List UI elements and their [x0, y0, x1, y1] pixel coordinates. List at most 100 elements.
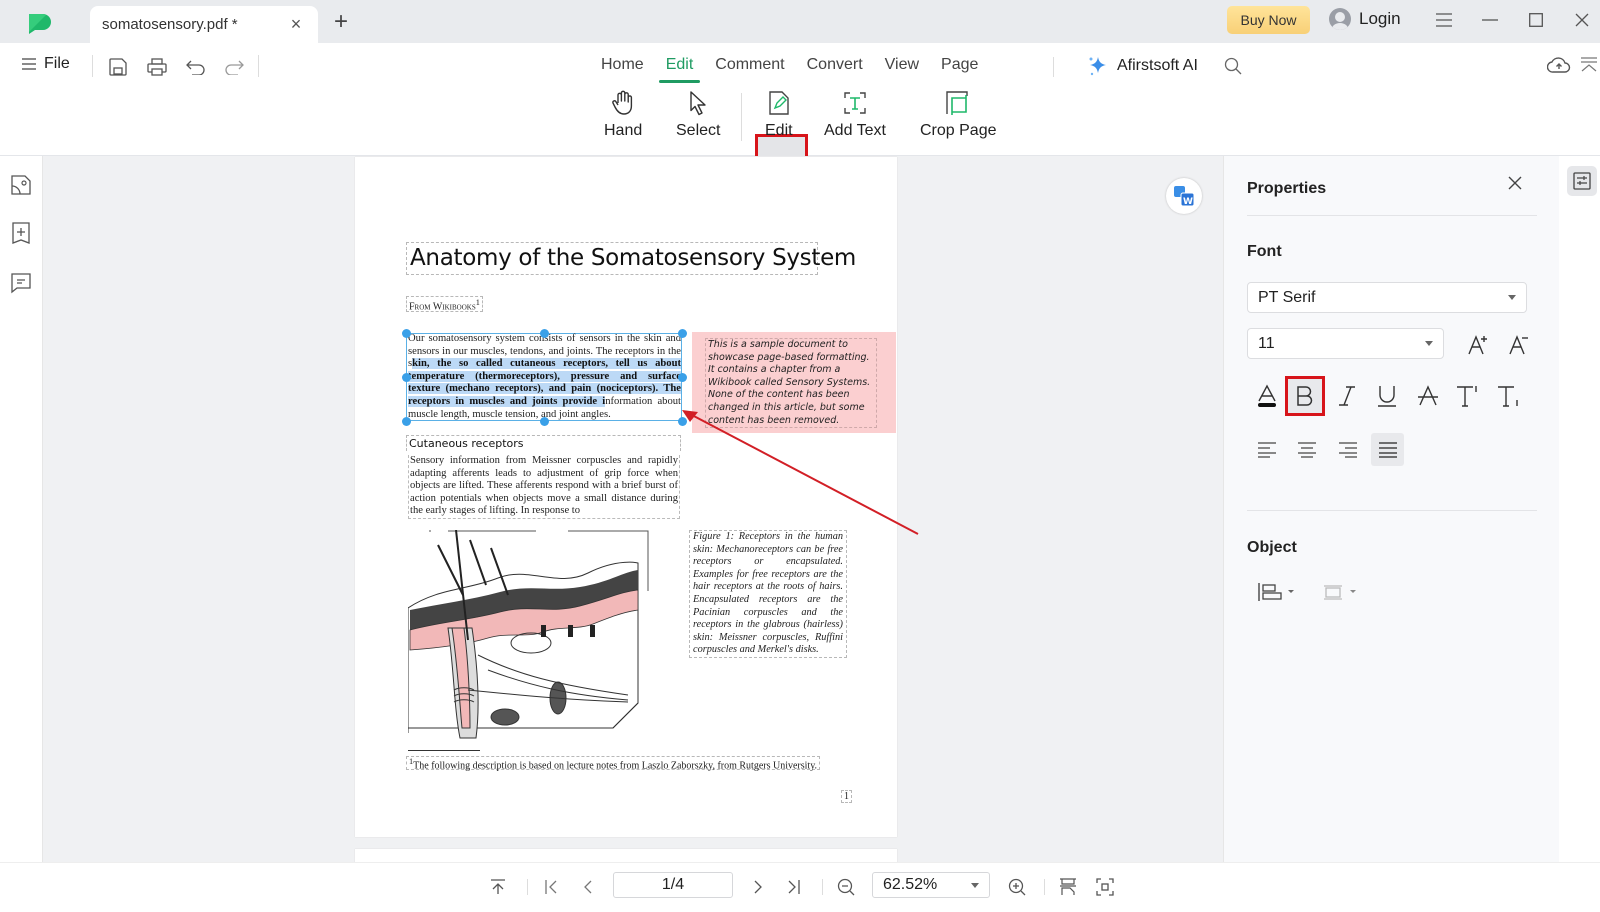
- align-justify-icon[interactable]: [1371, 433, 1404, 466]
- distribute-objects-icon: [1324, 585, 1356, 600]
- cursor-icon: [685, 90, 711, 116]
- paragraph-cutaneous[interactable]: Sensory information from Meissner corpus…: [408, 455, 680, 519]
- resize-handle[interactable]: [540, 329, 549, 338]
- fit-width-icon[interactable]: [1056, 875, 1080, 899]
- strikethrough-icon[interactable]: [1408, 376, 1448, 416]
- paragraph-intro[interactable]: Our somatosensory system consists of sen…: [408, 333, 681, 421]
- buy-now-button[interactable]: Buy Now: [1227, 6, 1310, 34]
- zoom-select[interactable]: 62.52%: [872, 872, 990, 898]
- bold-icon: [1297, 386, 1313, 406]
- align-center-icon[interactable]: [1287, 430, 1327, 470]
- tab-page[interactable]: Page: [930, 55, 989, 85]
- italic-icon[interactable]: [1327, 376, 1367, 416]
- print-icon[interactable]: [146, 56, 168, 78]
- page-indicator: 1/4: [661, 876, 685, 893]
- distribute-objects-dropdown[interactable]: [1317, 572, 1367, 612]
- new-tab-icon[interactable]: +: [330, 10, 352, 34]
- document-tab[interactable]: somatosensory.pdf * ×: [90, 6, 318, 43]
- edit-label: Edit: [765, 122, 793, 139]
- font-section-label: Font: [1247, 243, 1282, 260]
- bold-button[interactable]: [1285, 376, 1325, 416]
- status-bar: 1/4 62.52%: [0, 862, 1600, 912]
- crop-page-tool-button[interactable]: Crop Page: [920, 90, 997, 140]
- increase-font-size-icon[interactable]: [1458, 324, 1498, 364]
- source-footnote-ref: 1: [475, 298, 480, 307]
- resize-handle[interactable]: [402, 373, 411, 382]
- close-tab-icon[interactable]: ×: [286, 14, 306, 35]
- underline-icon[interactable]: [1367, 376, 1407, 416]
- undo-icon[interactable]: [185, 56, 207, 78]
- document-title[interactable]: Anatomy of the Somatosensory System: [406, 242, 856, 275]
- resize-handle[interactable]: [678, 373, 687, 382]
- section-heading[interactable]: Cutaneous receptors: [406, 435, 681, 451]
- font-size-select[interactable]: 11: [1247, 328, 1444, 359]
- add-text-label: Add Text: [824, 122, 886, 139]
- hand-label: Hand: [604, 122, 643, 139]
- superscript-icon[interactable]: [1448, 376, 1488, 416]
- menu-icon[interactable]: [1432, 8, 1456, 32]
- first-page-icon[interactable]: [539, 875, 563, 899]
- scroll-to-top-icon[interactable]: [486, 875, 510, 899]
- divider: [1053, 57, 1054, 77]
- tab-comment[interactable]: Comment: [704, 55, 795, 85]
- fit-page-icon[interactable]: [1093, 875, 1117, 899]
- align-left-icon[interactable]: [1247, 430, 1287, 470]
- page-number-input[interactable]: 1/4: [613, 872, 733, 898]
- close-properties-icon[interactable]: [1508, 176, 1522, 190]
- translate-button[interactable]: W: [1166, 178, 1202, 214]
- next-page-icon[interactable]: [746, 875, 770, 899]
- decrease-font-size-icon[interactable]: [1499, 324, 1539, 364]
- figure-caption[interactable]: Figure 1: Receptors in the human skin: M…: [689, 530, 847, 658]
- tab-view[interactable]: View: [874, 55, 930, 85]
- thumbnail-icon[interactable]: [10, 174, 32, 196]
- previous-page-icon[interactable]: [576, 875, 600, 899]
- collapse-ribbon-icon[interactable]: [1578, 54, 1600, 76]
- edit-page-icon: [766, 90, 792, 116]
- zoom-out-icon[interactable]: [834, 875, 858, 899]
- select-tool-button[interactable]: Select: [676, 90, 720, 140]
- tab-home[interactable]: Home: [590, 55, 655, 85]
- font-color-icon[interactable]: [1247, 376, 1287, 416]
- close-window-icon[interactable]: [1570, 8, 1594, 32]
- subscript-icon[interactable]: [1489, 376, 1529, 416]
- zoom-in-icon[interactable]: [1005, 875, 1029, 899]
- add-text-tool-button[interactable]: Add Text: [824, 90, 886, 140]
- search-icon[interactable]: [1222, 55, 1244, 77]
- save-icon[interactable]: [107, 56, 129, 78]
- last-page-icon[interactable]: [782, 875, 806, 899]
- tab-edit[interactable]: Edit: [655, 55, 705, 85]
- cloud-upload-icon[interactable]: [1546, 54, 1572, 76]
- pdf-page-next[interactable]: [355, 849, 897, 863]
- source-line[interactable]: From Wikibooks1: [406, 296, 483, 312]
- resize-handle[interactable]: [678, 329, 687, 338]
- tab-convert[interactable]: Convert: [796, 55, 874, 85]
- skin-receptors-figure[interactable]: [408, 530, 680, 745]
- align-objects-dropdown[interactable]: [1252, 572, 1302, 612]
- footnote-rule: [408, 750, 480, 751]
- hand-tool-button[interactable]: Hand: [604, 90, 642, 140]
- edit-tool-button[interactable]: Edit: [765, 90, 793, 140]
- properties-toggle-icon[interactable]: [1567, 166, 1597, 196]
- file-menu-button[interactable]: File: [22, 55, 70, 73]
- bookmark-add-icon[interactable]: [10, 222, 32, 244]
- comment-icon[interactable]: [10, 272, 32, 294]
- resize-handle[interactable]: [540, 417, 549, 426]
- crop-page-label: Crop Page: [920, 122, 997, 139]
- resize-handle[interactable]: [402, 329, 411, 338]
- zoom-value: 62.52%: [883, 876, 938, 893]
- login-button[interactable]: Login: [1329, 8, 1401, 30]
- ai-assistant-button[interactable]: Afirstsoft AI: [1087, 55, 1198, 77]
- redo-icon[interactable]: [223, 56, 245, 78]
- divider: [258, 55, 259, 77]
- minimize-icon[interactable]: [1478, 8, 1502, 32]
- font-family-select[interactable]: PT Serif: [1247, 282, 1527, 313]
- avatar-icon: [1329, 8, 1351, 30]
- maximize-icon[interactable]: [1524, 8, 1548, 32]
- footnote[interactable]: 1The following description is based on l…: [406, 756, 821, 771]
- chevron-down-icon: [971, 882, 979, 888]
- resize-handle[interactable]: [402, 417, 411, 426]
- translate-icon: W: [1174, 186, 1195, 207]
- file-label: File: [44, 55, 70, 72]
- align-right-icon[interactable]: [1328, 430, 1368, 470]
- app-logo-icon: [26, 12, 54, 34]
